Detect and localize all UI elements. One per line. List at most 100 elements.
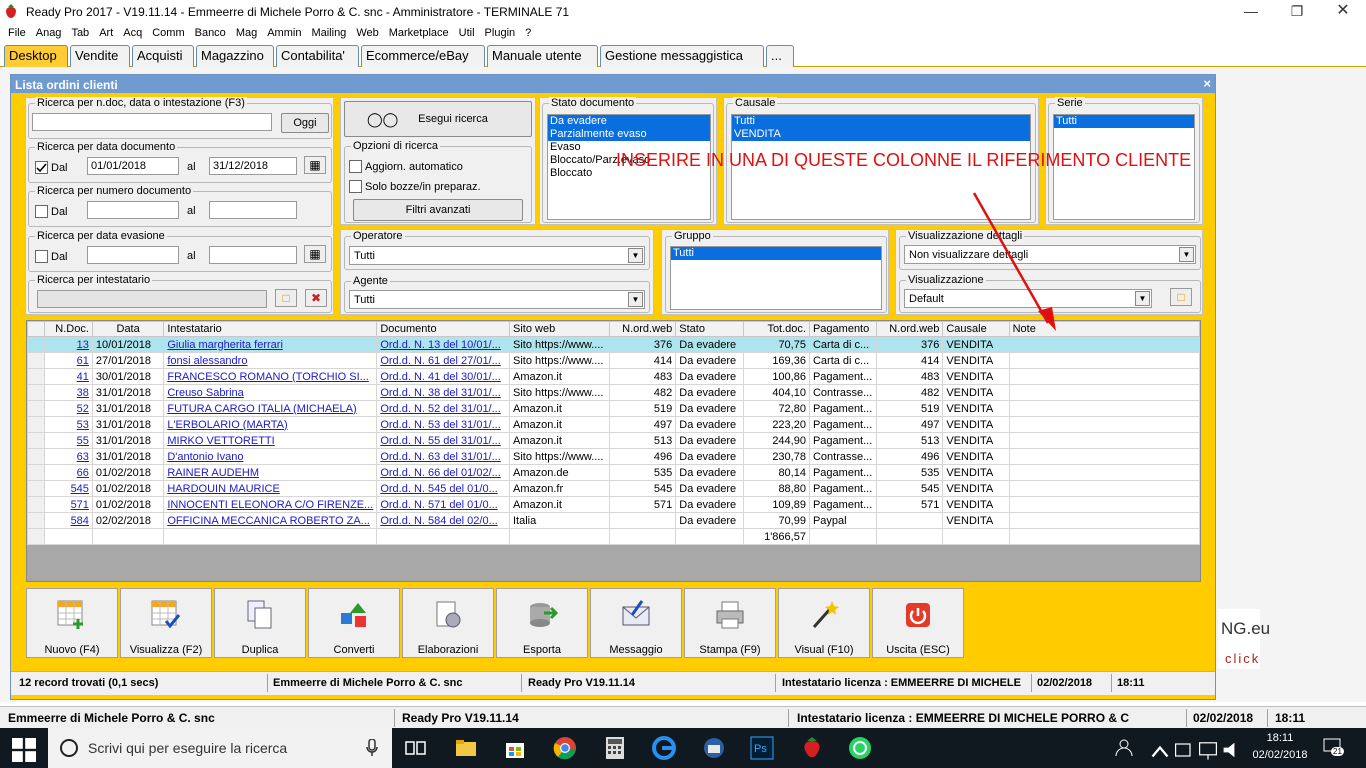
menu-util[interactable]: Util <box>455 24 481 43</box>
strawberry-icon[interactable] <box>800 736 824 760</box>
network-icon[interactable] <box>1196 738 1220 762</box>
row-indicator[interactable] <box>26 432 46 449</box>
group-listbox[interactable]: Tutti <box>670 246 882 310</box>
chrome-icon[interactable] <box>553 736 577 760</box>
table-cell[interactable]: 13 <box>44 336 93 353</box>
close-button[interactable]: ✕ <box>1320 0 1366 24</box>
table-cell[interactable]: 52 <box>44 400 93 417</box>
column-header[interactable]: Intestatario <box>163 321 378 337</box>
num-from-input[interactable] <box>87 201 179 219</box>
table-row[interactable]: 41 30/01/2018 FRANCESCO ROMANO (TORCHIO S… <box>26 368 1201 385</box>
num-to-input[interactable] <box>209 201 297 219</box>
ev-from-input[interactable] <box>87 246 179 264</box>
tab-contabilita[interactable]: Contabilita' <box>276 45 359 67</box>
list-item[interactable]: VENDITA <box>732 128 1030 141</box>
row-indicator[interactable] <box>26 352 46 369</box>
clear-icon[interactable]: ✖ <box>305 289 327 307</box>
table-cell[interactable]: 66 <box>44 464 93 481</box>
close-icon[interactable]: × <box>1203 76 1211 91</box>
table-cell[interactable]: 545 <box>44 480 93 497</box>
row-indicator[interactable] <box>26 512 46 529</box>
date-to-input[interactable]: 31/12/2018 <box>209 157 297 175</box>
list-item[interactable]: Tutti <box>732 115 1030 128</box>
table-cell[interactable]: Ord.d. N. 63 del 31/01/... <box>376 448 510 465</box>
table-row[interactable]: 52 31/01/2018 FUTURA CARGO ITALIA (MICHAEL… <box>26 400 1201 417</box>
table-cell[interactable]: Ord.d. N. 52 del 31/01/... <box>376 400 510 417</box>
table-cell[interactable]: Ord.d. N. 55 del 31/01/... <box>376 432 510 449</box>
row-indicator[interactable] <box>26 384 46 401</box>
table-cell[interactable]: 55 <box>44 432 93 449</box>
tab-vendite[interactable]: Vendite <box>70 45 130 67</box>
menu-marketplace[interactable]: Marketplace <box>385 24 455 43</box>
table-cell[interactable]: Ord.d. N. 61 del 27/01/... <box>376 352 510 369</box>
processing-button[interactable]: Elaborazioni <box>402 588 494 658</box>
print-button[interactable]: Stampa (F9) <box>684 588 776 658</box>
column-header[interactable]: Tot.doc. <box>743 321 810 337</box>
menu-mailing[interactable]: Mailing <box>307 24 352 43</box>
operator-select[interactable]: Tutti ▼ <box>349 246 645 265</box>
edge-icon[interactable] <box>652 736 676 760</box>
message-button[interactable]: Messaggio <box>590 588 682 658</box>
speaker-icon[interactable] <box>1220 738 1244 762</box>
convert-button[interactable]: Converti <box>308 588 400 658</box>
table-cell[interactable]: 584 <box>44 512 93 529</box>
table-cell[interactable]: 63 <box>44 448 93 465</box>
calendar-icon[interactable]: ▦ <box>304 245 326 263</box>
table-cell[interactable]: 571 <box>44 496 93 513</box>
row-indicator[interactable] <box>26 496 46 513</box>
taskbar-clock[interactable]: 18:11 02/02/2018 <box>1245 730 1315 764</box>
tab-more[interactable]: ... <box>766 45 794 67</box>
auto-refresh-checkbox[interactable] <box>349 160 362 173</box>
file-explorer-icon[interactable] <box>454 736 478 760</box>
column-header[interactable]: Documento <box>376 321 510 337</box>
advanced-filters-button[interactable]: Filtri avanzati <box>353 199 523 221</box>
list-item[interactable]: Da evadere <box>548 115 710 128</box>
table-cell[interactable]: fonsi alessandro <box>163 352 378 369</box>
holder-input[interactable] <box>37 290 267 308</box>
search-input[interactable] <box>32 113 272 131</box>
column-header[interactable]: N.ord.web <box>608 321 677 337</box>
table-cell[interactable]: Giulia margherita ferrari <box>163 336 378 353</box>
date-from-input[interactable]: 01/01/2018 <box>87 157 179 175</box>
table-row[interactable]: 584 02/02/2018 OFFICINA MECCANICA ROBERTO … <box>26 512 1201 529</box>
tab-magazzino[interactable]: Magazzino <box>196 45 274 67</box>
menu-acq[interactable]: Acq <box>119 24 148 43</box>
menu-tab[interactable]: Tab <box>67 24 95 43</box>
duplicate-button[interactable]: Duplica <box>214 588 306 658</box>
row-indicator[interactable] <box>26 400 46 417</box>
table-cell[interactable]: Ord.d. N. 38 del 31/01/... <box>376 384 510 401</box>
table-cell[interactable]: Ord.d. N. 584 del 02/0... <box>376 512 510 529</box>
table-cell[interactable]: Ord.d. N. 41 del 30/01/... <box>376 368 510 385</box>
chevron-up-icon[interactable] <box>1148 740 1172 764</box>
date-doc-checkbox[interactable] <box>35 161 48 174</box>
visual-button[interactable]: Visual (F10) <box>778 588 870 658</box>
table-cell[interactable]: Ord.d. N. 571 del 01/0... <box>376 496 510 513</box>
menu-ammin[interactable]: Ammin <box>263 24 307 43</box>
table-cell[interactable]: 53 <box>44 416 93 433</box>
photoshop-icon[interactable]: Ps <box>750 736 774 760</box>
minimize-button[interactable]: — <box>1228 0 1274 24</box>
row-indicator[interactable] <box>26 336 46 353</box>
table-row[interactable]: 61 27/01/2018 fonsi alessandro Ord.d. N. 61… <box>26 352 1201 369</box>
people-icon[interactable] <box>1112 736 1136 760</box>
row-indicator[interactable] <box>26 448 46 465</box>
row-indicator[interactable] <box>26 464 46 481</box>
list-item[interactable]: Tutti <box>1054 115 1194 128</box>
table-cell[interactable]: Ord.d. N. 53 del 31/01/... <box>376 416 510 433</box>
num-doc-checkbox[interactable] <box>35 205 48 218</box>
today-button[interactable]: Oggi <box>281 113 329 133</box>
row-indicator[interactable] <box>26 416 46 433</box>
maximize-button[interactable]: ❐ <box>1274 0 1320 24</box>
menu-banco[interactable]: Banco <box>191 24 232 43</box>
table-cell[interactable]: 38 <box>44 384 93 401</box>
thunderbird-icon[interactable] <box>702 736 726 760</box>
microphone-icon[interactable] <box>366 739 378 757</box>
whatsapp-icon[interactable] <box>848 736 872 760</box>
drafts-only-checkbox[interactable] <box>349 180 362 193</box>
table-cell[interactable]: Ord.d. N. 545 del 01/0... <box>376 480 510 497</box>
table-cell[interactable]: Ord.d. N. 13 del 10/01/... <box>376 336 510 353</box>
table-cell[interactable]: 61 <box>44 352 93 369</box>
calendar-icon[interactable]: ▦ <box>304 156 326 174</box>
menu-anag[interactable]: Anag <box>32 24 68 43</box>
row-indicator[interactable] <box>26 368 46 385</box>
